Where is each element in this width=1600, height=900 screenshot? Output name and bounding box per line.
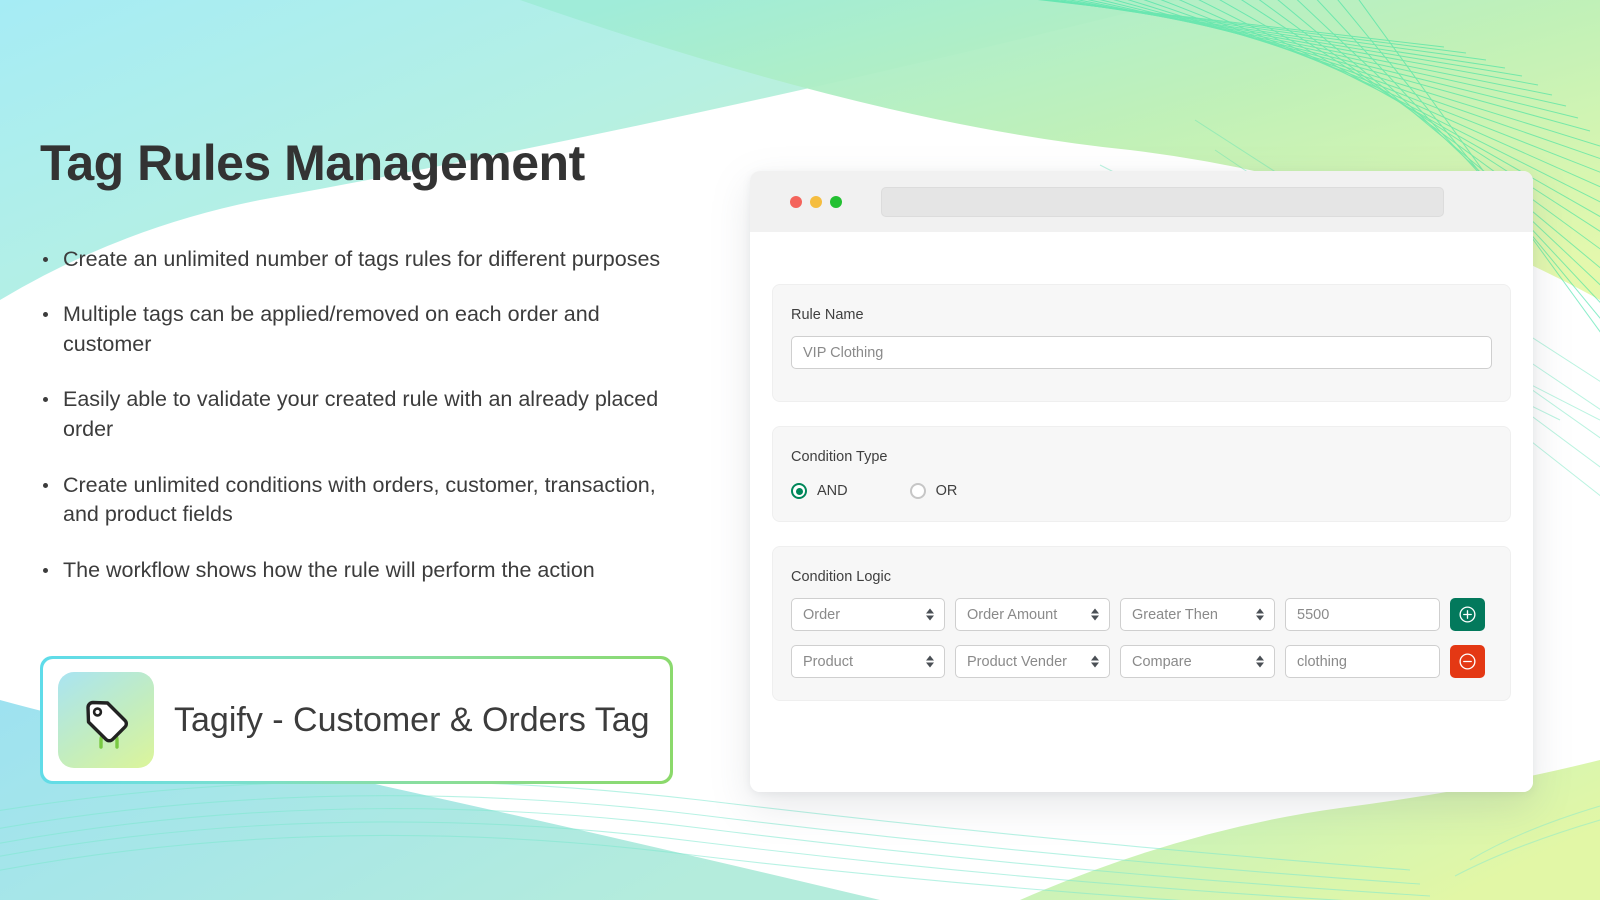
- browser-content: Rule Name VIP Clothing Condition Type AN…: [750, 232, 1533, 792]
- condition-value-input[interactable]: 5500: [1285, 598, 1440, 631]
- address-bar[interactable]: [881, 187, 1444, 217]
- browser-window: Rule Name VIP Clothing Condition Type AN…: [750, 171, 1533, 792]
- chevron-updown-icon: [1091, 654, 1100, 669]
- hero-section: Tag Rules Management Create an unlimited…: [40, 135, 700, 612]
- condition-row: Product Product Vender Compare clothing: [791, 645, 1492, 678]
- maximize-window-dot[interactable]: [830, 196, 842, 208]
- flow-lines-bottom: [0, 781, 1450, 900]
- condition-resource-select[interactable]: Order: [791, 598, 945, 631]
- browser-title-bar: [750, 171, 1533, 232]
- chevron-updown-icon: [1256, 654, 1265, 669]
- condition-type-label: Condition Type: [791, 449, 1492, 465]
- remove-condition-button[interactable]: [1450, 645, 1485, 678]
- condition-field-value: Product Vender: [967, 654, 1067, 670]
- condition-field-select[interactable]: Order Amount: [955, 598, 1110, 631]
- condition-logic-card: Condition Logic Order Order Amount Great…: [772, 546, 1511, 701]
- rule-name-card: Rule Name VIP Clothing: [772, 284, 1511, 402]
- tag-user-icon: [71, 685, 141, 755]
- chevron-updown-icon: [926, 654, 935, 669]
- chevron-updown-icon: [1091, 607, 1100, 622]
- app-logo: [58, 672, 154, 768]
- rule-name-label: Rule Name: [791, 307, 1492, 323]
- condition-operator-value: Compare: [1132, 654, 1192, 670]
- radio-or-label: OR: [936, 483, 958, 499]
- radio-option-or[interactable]: OR: [910, 483, 958, 499]
- condition-row: Order Order Amount Greater Then 5500: [791, 598, 1492, 631]
- condition-value-input[interactable]: clothing: [1285, 645, 1440, 678]
- condition-operator-select[interactable]: Compare: [1120, 645, 1275, 678]
- condition-resource-value: Product: [803, 654, 853, 670]
- radio-and-label: AND: [817, 483, 848, 499]
- page-title: Tag Rules Management: [40, 135, 700, 193]
- chevron-updown-icon: [926, 607, 935, 622]
- flow-lines-bottom-right: [1455, 806, 1600, 876]
- condition-resource-select[interactable]: Product: [791, 645, 945, 678]
- list-item: Easily able to validate your created rul…: [40, 385, 665, 444]
- condition-logic-label: Condition Logic: [791, 569, 1492, 585]
- minimize-window-dot[interactable]: [810, 196, 822, 208]
- radio-and-icon: [791, 483, 807, 499]
- brand-card[interactable]: Tagify - Customer & Orders Tag: [40, 656, 673, 784]
- condition-type-card: Condition Type AND OR: [772, 426, 1511, 522]
- circle-minus-icon: [1458, 652, 1477, 671]
- list-item: The workflow shows how the rule will per…: [40, 556, 665, 586]
- circle-plus-icon: [1458, 605, 1477, 624]
- radio-option-and[interactable]: AND: [791, 483, 848, 499]
- rule-name-input[interactable]: VIP Clothing: [791, 336, 1492, 369]
- feature-list: Create an unlimited number of tags rules…: [40, 245, 700, 586]
- traffic-lights: [790, 196, 842, 208]
- list-item: Multiple tags can be applied/removed on …: [40, 300, 665, 359]
- close-window-dot[interactable]: [790, 196, 802, 208]
- condition-type-radio-group: AND OR: [791, 483, 1492, 499]
- chevron-updown-icon: [1256, 607, 1265, 622]
- condition-operator-value: Greater Then: [1132, 607, 1218, 623]
- condition-field-value: Order Amount: [967, 607, 1057, 623]
- list-item: Create an unlimited number of tags rules…: [40, 245, 665, 275]
- brand-name: Tagify - Customer & Orders Tag: [174, 701, 650, 740]
- condition-field-select[interactable]: Product Vender: [955, 645, 1110, 678]
- condition-operator-select[interactable]: Greater Then: [1120, 598, 1275, 631]
- add-condition-button[interactable]: [1450, 598, 1485, 631]
- condition-resource-value: Order: [803, 607, 840, 623]
- list-item: Create unlimited conditions with orders,…: [40, 471, 665, 530]
- radio-or-icon: [910, 483, 926, 499]
